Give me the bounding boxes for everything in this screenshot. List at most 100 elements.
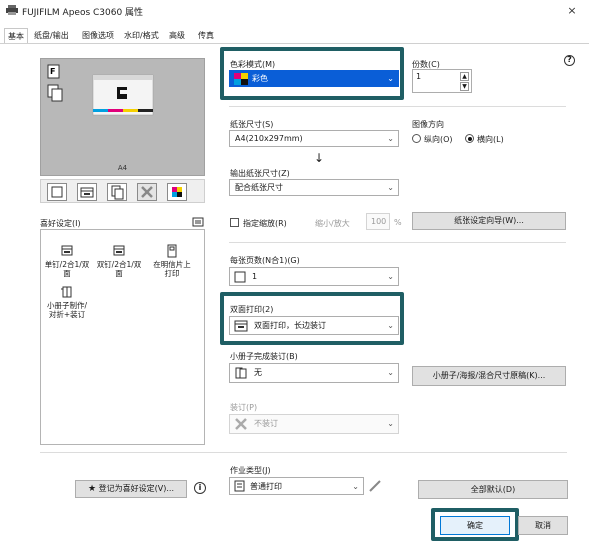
paper-wizard-button[interactable]: 纸张设定向导(W)... (412, 212, 566, 230)
landscape-label: 横向(L) (477, 135, 504, 144)
window-title: FUJIFILM Apeos C3060 属性 (22, 8, 144, 18)
separator (40, 452, 567, 453)
paper-size-value: A4(210x297mm) (235, 134, 303, 143)
booklet-poster-button[interactable]: 小册子/海报/混合尺寸原稿(K)... (412, 366, 566, 386)
tab-image-options[interactable]: 图像选项 (79, 28, 117, 44)
booklet-value: 无 (254, 368, 262, 377)
copies-down-icon[interactable]: ▼ (460, 82, 469, 91)
staple-value: 不装订 (254, 419, 278, 428)
favorite-line1: 小册子制作/ (46, 301, 88, 310)
duplex-icon[interactable] (77, 183, 97, 201)
tab-tray-output[interactable]: 纸盘/输出 (31, 28, 72, 44)
output-size-value: 配合纸张尺寸 (235, 183, 283, 192)
output-size-label: 输出纸张尺寸(Z) (230, 169, 290, 178)
booklet-select[interactable]: 无 ⌄ (229, 363, 399, 383)
staple-tools-icon[interactable] (137, 183, 157, 201)
favorite-line2: 对折+装订 (48, 310, 86, 319)
favorite-line2: 打印 (164, 269, 180, 278)
favorites-list: 单钉/2合1/双 面 双钉/2合1/双 面 在明信片上 打印 小册子制作/ 对折… (40, 229, 205, 445)
job-type-select[interactable]: 普通打印 ⌄ (229, 477, 364, 495)
tab-basic[interactable]: 基本 (4, 28, 28, 44)
color-swatch-icon (234, 73, 248, 85)
booklet-icon (235, 367, 247, 379)
favorites-list-icon[interactable] (192, 217, 204, 227)
output-size-select[interactable]: 配合纸张尺寸 ⌄ (229, 179, 399, 196)
favorite-booklet[interactable]: 小册子制作/ 对折+装订 (44, 285, 90, 319)
close-button[interactable]: × (563, 3, 581, 19)
pages-per-sheet-select[interactable]: 1 ⌄ (229, 267, 399, 286)
no-staple-icon (235, 418, 247, 430)
restore-defaults-button[interactable]: 全部默认(D) (418, 480, 568, 499)
postcard-icon (167, 244, 177, 258)
color-mode-value: 彩色 (252, 74, 268, 83)
ok-button[interactable]: 确定 (440, 516, 510, 535)
register-favorite-label: 登记为喜好设定(V)... (98, 484, 174, 493)
color-mode-select[interactable]: 彩色 ⌄ (229, 70, 399, 87)
scale-input[interactable]: 100 (366, 213, 390, 230)
reduce-enlarge-label: 缩小/放大 (315, 219, 350, 228)
cancel-button[interactable]: 取消 (518, 516, 568, 535)
landscape-radio[interactable] (465, 134, 474, 143)
printer-icon (6, 5, 18, 15)
help-icon[interactable]: ? (564, 55, 575, 66)
tab-divider (0, 43, 589, 44)
booklet-icon (61, 286, 72, 298)
multiple-pages-icon[interactable] (107, 183, 127, 201)
edit-pencil-icon[interactable] (368, 479, 382, 493)
chevron-down-icon: ⌄ (387, 74, 394, 83)
chevron-down-icon: ⌄ (387, 321, 394, 330)
color-icon[interactable] (167, 183, 187, 201)
favorite-document-icon (113, 245, 125, 256)
favorite-document-icon (61, 245, 73, 256)
chevron-down-icon: ⌄ (387, 419, 394, 428)
down-arrow-icon: ↓ (314, 151, 325, 165)
separator (229, 242, 566, 243)
favorite-double-staple-2up-duplex[interactable]: 双钉/2合1/双 面 (96, 244, 142, 278)
document-icon (234, 480, 245, 492)
tab-fax[interactable]: 传真 (195, 28, 217, 44)
separator (229, 106, 566, 107)
preview-graphic: F (47, 64, 154, 116)
job-type-value: 普通打印 (250, 482, 282, 491)
chevron-down-icon: ⌄ (387, 368, 394, 377)
duplex-label: 双面打印(2) (230, 305, 274, 314)
favorite-postcard[interactable]: 在明信片上 打印 (149, 244, 195, 278)
orientation-label: 图像方向 (412, 120, 444, 129)
pages-per-sheet-label: 每张页数(N合1)(G) (230, 256, 300, 265)
chevron-down-icon: ⌄ (387, 134, 394, 143)
portrait-label: 纵向(O) (424, 135, 453, 144)
tab-watermark-format[interactable]: 水印/格式 (121, 28, 162, 44)
single-sided-icon[interactable] (47, 183, 67, 201)
chevron-down-icon: ⌄ (352, 482, 359, 491)
scale-checkbox-label: 指定缩放(R) (243, 219, 287, 228)
scale-checkbox[interactable] (230, 218, 239, 227)
copies-spinner[interactable]: 1 ▲ ▼ (412, 69, 472, 93)
favorite-line1: 在明信片上 (153, 260, 191, 269)
chevron-down-icon: ⌄ (387, 183, 394, 192)
chevron-down-icon: ⌄ (387, 272, 394, 281)
print-preview: F (40, 58, 205, 176)
scale-unit: % (394, 218, 402, 227)
paper-size-select[interactable]: A4(210x297mm) ⌄ (229, 130, 399, 147)
register-favorite-button[interactable]: ★ 登记为喜好设定(V)... (75, 480, 187, 498)
color-mode-label: 色彩模式(M) (230, 60, 276, 69)
copies-up-icon[interactable]: ▲ (460, 72, 469, 81)
copies-value: 1 (416, 72, 422, 81)
favorite-line1: 双钉/2合1/双 (96, 260, 142, 269)
staple-label: 装订(P) (230, 403, 258, 412)
favorite-line2: 面 (63, 269, 71, 278)
tab-advanced[interactable]: 高级 (166, 28, 188, 44)
paper-size-caption: A4 (117, 164, 128, 172)
favorite-line1: 单钉/2合1/双 (44, 260, 90, 269)
svg-text:F: F (50, 67, 55, 76)
info-icon[interactable]: i (194, 482, 206, 494)
favorite-staple-2up-duplex[interactable]: 单钉/2合1/双 面 (44, 244, 90, 278)
job-type-label: 作业类型(J) (230, 466, 271, 475)
favorite-line2: 面 (115, 269, 123, 278)
staple-select[interactable]: 不装订 ⌄ (229, 414, 399, 434)
pages-per-sheet-value: 1 (252, 272, 258, 281)
scale-value: 100 (371, 217, 387, 226)
duplex-icon (234, 320, 248, 332)
duplex-select[interactable]: 双面打印，长边装订 ⌄ (229, 316, 399, 335)
portrait-radio[interactable] (412, 134, 421, 143)
